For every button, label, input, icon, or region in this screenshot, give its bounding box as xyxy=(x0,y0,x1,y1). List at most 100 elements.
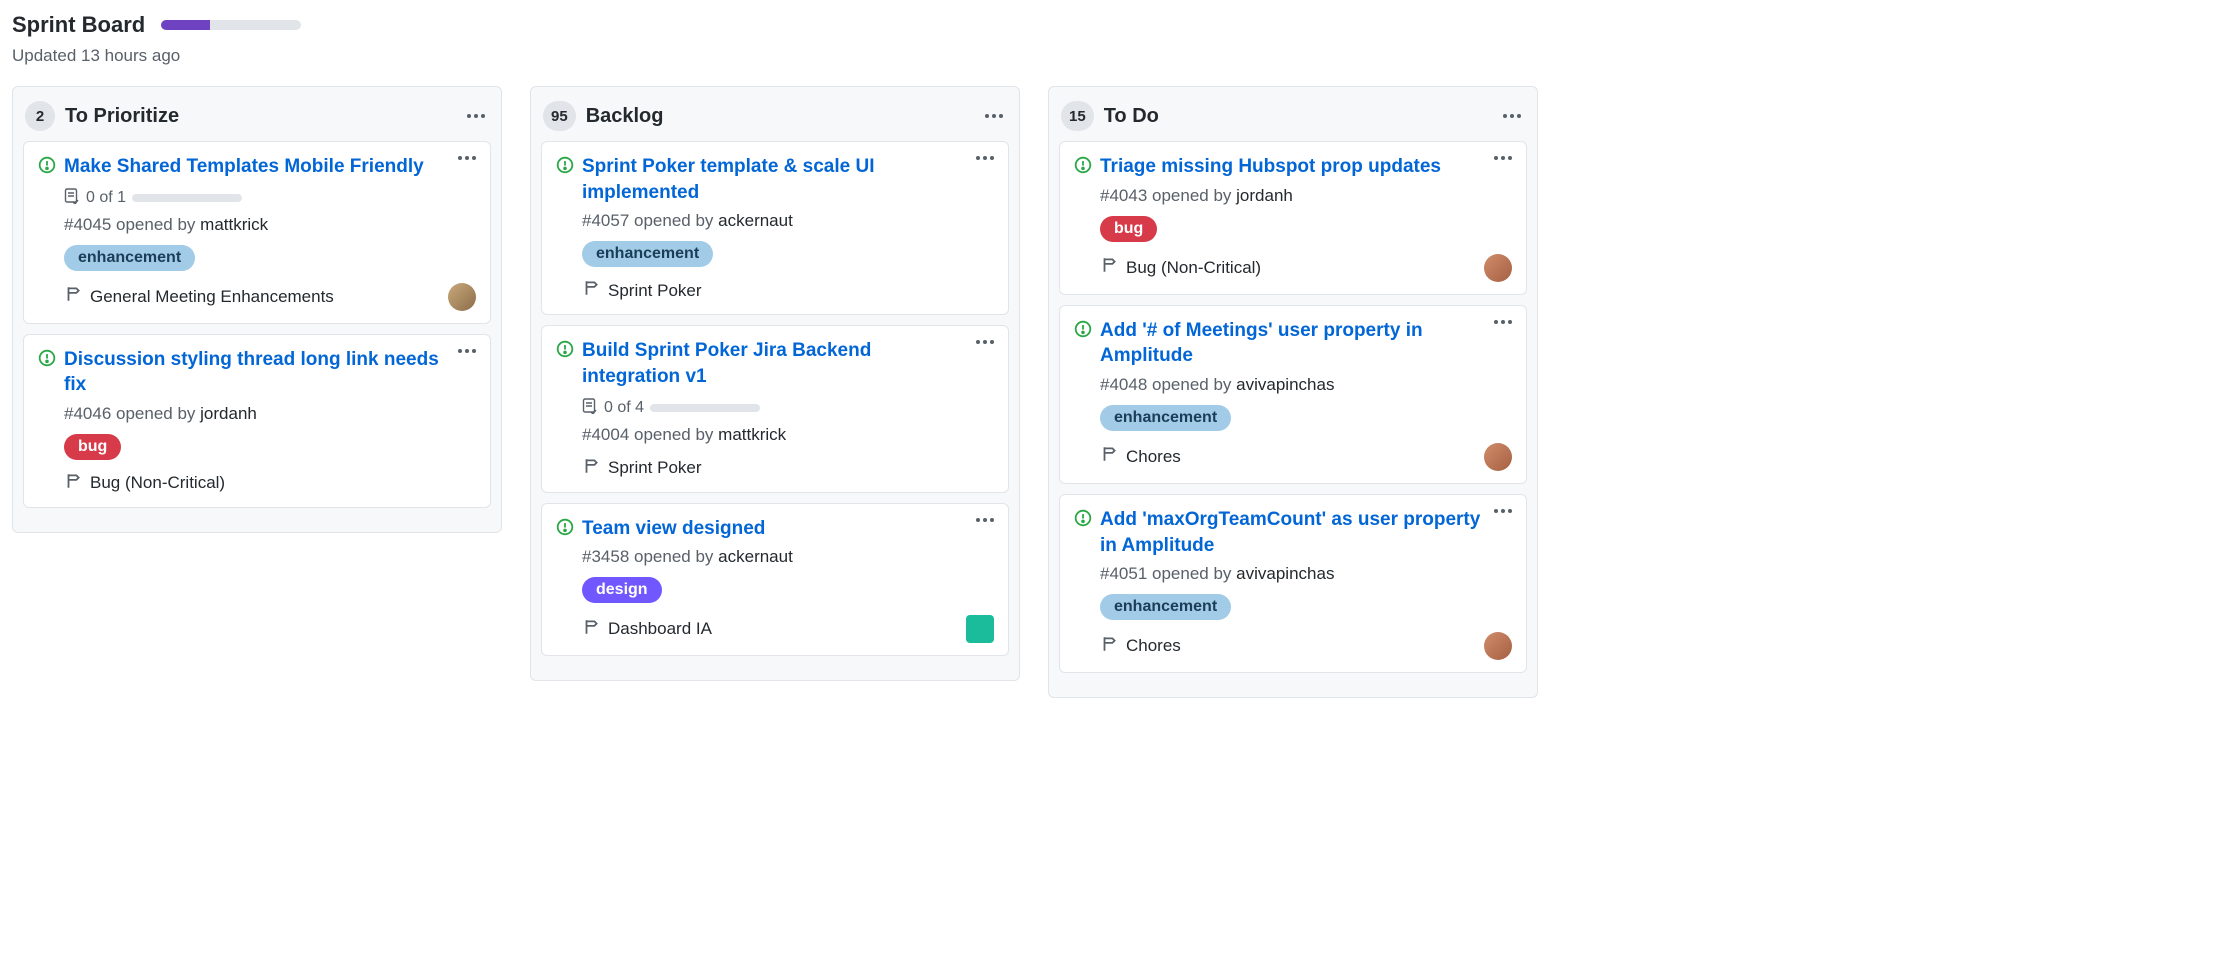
label-design[interactable]: design xyxy=(582,577,662,603)
open-issue-icon xyxy=(556,156,574,302)
assignee-avatar[interactable] xyxy=(448,283,476,311)
card-title[interactable]: Sprint Poker template & scale UI impleme… xyxy=(582,154,994,205)
milestone[interactable]: Chores xyxy=(1100,635,1181,658)
task-bar xyxy=(650,404,760,412)
column-header: 95Backlog xyxy=(541,97,1009,141)
card-menu-button[interactable] xyxy=(1490,152,1516,164)
labels: bug xyxy=(1100,216,1512,242)
author-link[interactable]: ackernaut xyxy=(718,211,793,230)
assignee-avatar[interactable] xyxy=(1484,632,1512,660)
labels: enhancement xyxy=(1100,594,1512,620)
opened-by-text: opened by xyxy=(116,215,195,234)
board-header: Sprint Board xyxy=(12,12,2222,38)
card-title[interactable]: Discussion styling thread long link need… xyxy=(64,347,476,398)
task-bar xyxy=(132,194,242,202)
card-title[interactable]: Make Shared Templates Mobile Friendly xyxy=(64,154,476,180)
label-bug[interactable]: bug xyxy=(1100,216,1157,242)
issue-card[interactable]: Triage missing Hubspot prop updates #4043… xyxy=(1059,141,1527,295)
author-link[interactable]: mattkrick xyxy=(718,425,786,444)
progress-bar xyxy=(161,20,301,30)
milestone[interactable]: General Meeting Enhancements xyxy=(64,285,334,308)
milestone[interactable]: Bug (Non-Critical) xyxy=(64,472,225,495)
issue-card[interactable]: Add '# of Meetings' user property in Amp… xyxy=(1059,305,1527,484)
opened-by-text: opened by xyxy=(1152,186,1231,205)
author-link[interactable]: mattkrick xyxy=(200,215,268,234)
label-enhancement[interactable]: enhancement xyxy=(582,241,713,267)
label-enhancement[interactable]: enhancement xyxy=(1100,594,1231,620)
milestone-icon xyxy=(582,279,600,302)
card-title[interactable]: Add 'maxOrgTeamCount' as user property i… xyxy=(1100,507,1512,558)
opened-by-text: opened by xyxy=(634,211,713,230)
card-menu-button[interactable] xyxy=(972,336,998,348)
milestone[interactable]: Sprint Poker xyxy=(582,279,702,302)
issue-number: #4048 xyxy=(1100,375,1147,394)
labels: enhancement xyxy=(64,245,476,271)
card-meta: #4043 opened by jordanh xyxy=(1100,186,1512,206)
task-progress: 0 of 4 xyxy=(582,398,994,419)
issue-card[interactable]: Team view designed#3458 opened by ackern… xyxy=(541,503,1009,657)
card-menu-button[interactable] xyxy=(1490,316,1516,328)
card-menu-button[interactable] xyxy=(972,152,998,164)
milestone[interactable]: Chores xyxy=(1100,445,1181,468)
opened-by-text: opened by xyxy=(116,404,195,423)
milestone-icon xyxy=(1100,445,1118,468)
label-enhancement[interactable]: enhancement xyxy=(1100,405,1231,431)
labels: enhancement xyxy=(582,241,994,267)
issue-card[interactable]: Sprint Poker template & scale UI impleme… xyxy=(541,141,1009,315)
milestone[interactable]: Sprint Poker xyxy=(582,457,702,480)
label-bug[interactable]: bug xyxy=(64,434,121,460)
issue-card[interactable]: Build Sprint Poker Jira Backend integrat… xyxy=(541,325,1009,492)
assignee-avatar[interactable] xyxy=(1484,443,1512,471)
column-title: To Do xyxy=(1104,105,1489,128)
milestone-name: Dashboard IA xyxy=(608,619,712,639)
author-link[interactable]: jordanh xyxy=(200,404,257,423)
column-count: 2 xyxy=(25,101,55,131)
label-enhancement[interactable]: enhancement xyxy=(64,245,195,271)
issue-card[interactable]: Add 'maxOrgTeamCount' as user property i… xyxy=(1059,494,1527,673)
milestone[interactable]: Bug (Non-Critical) xyxy=(1100,256,1261,279)
card-menu-button[interactable] xyxy=(1490,505,1516,517)
column-title: To Prioritize xyxy=(65,105,453,128)
card-title[interactable]: Add '# of Meetings' user property in Amp… xyxy=(1100,318,1512,369)
milestone-icon xyxy=(1100,256,1118,279)
board-columns: 2 To Prioritize Make Shared Templates Mobi… xyxy=(12,86,2222,698)
card-menu-button[interactable] xyxy=(454,345,480,357)
column-menu-button[interactable] xyxy=(981,110,1007,122)
milestone[interactable]: Dashboard IA xyxy=(582,618,712,641)
card-title[interactable]: Build Sprint Poker Jira Backend integrat… xyxy=(582,338,994,389)
card-title[interactable]: Triage missing Hubspot prop updates xyxy=(1100,154,1512,180)
opened-by-text: opened by xyxy=(634,425,713,444)
assignee-avatar[interactable] xyxy=(1484,254,1512,282)
card-meta: #4057 opened by ackernaut xyxy=(582,211,994,231)
assignee-avatar[interactable] xyxy=(966,615,994,643)
issue-card[interactable]: Discussion styling thread long link need… xyxy=(23,334,491,508)
milestone-name: Chores xyxy=(1126,636,1181,656)
open-issue-icon xyxy=(38,156,56,311)
author-link[interactable]: avivapinchas xyxy=(1236,564,1334,583)
issue-number: #4043 xyxy=(1100,186,1147,205)
task-count: 0 of 1 xyxy=(86,189,126,207)
issue-number: #4051 xyxy=(1100,564,1147,583)
labels: bug xyxy=(64,434,476,460)
author-link[interactable]: avivapinchas xyxy=(1236,375,1334,394)
card-menu-button[interactable] xyxy=(972,514,998,526)
column-menu-button[interactable] xyxy=(463,110,489,122)
column: 95Backlog Sprint Poker template & scale U… xyxy=(530,86,1020,681)
issue-card[interactable]: Make Shared Templates Mobile Friendly 0 o… xyxy=(23,141,491,324)
task-count: 0 of 4 xyxy=(604,399,644,417)
column-menu-button[interactable] xyxy=(1499,110,1525,122)
opened-by-text: opened by xyxy=(1152,564,1231,583)
author-link[interactable]: jordanh xyxy=(1236,186,1293,205)
card-title[interactable]: Team view designed xyxy=(582,516,994,542)
open-issue-icon xyxy=(38,349,56,495)
milestone-icon xyxy=(64,472,82,495)
board-updated: Updated 13 hours ago xyxy=(12,46,2222,66)
column: 15To DoTriage missing Hubspot prop updat… xyxy=(1048,86,1538,698)
card-menu-button[interactable] xyxy=(454,152,480,164)
milestone-icon xyxy=(64,285,82,308)
author-link[interactable]: ackernaut xyxy=(718,547,793,566)
milestone-name: General Meeting Enhancements xyxy=(90,287,334,307)
milestone-name: Bug (Non-Critical) xyxy=(90,473,225,493)
opened-by-text: opened by xyxy=(634,547,713,566)
progress-fill xyxy=(161,20,210,30)
